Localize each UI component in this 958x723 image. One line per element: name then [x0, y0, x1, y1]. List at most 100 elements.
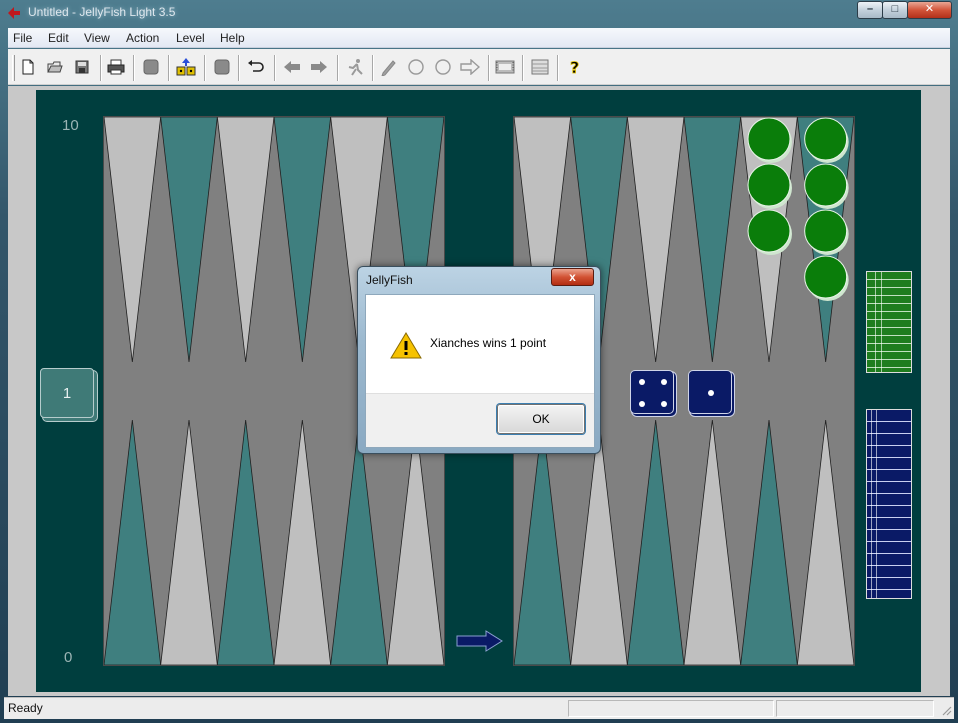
- dialog-close-button[interactable]: x: [551, 268, 594, 286]
- die-pip: [661, 401, 667, 407]
- board-point-bottom[interactable]: [514, 419, 572, 665]
- board-point-top[interactable]: [160, 117, 218, 363]
- toolbar-separator: [238, 55, 240, 81]
- menu-edit[interactable]: Edit: [48, 31, 69, 45]
- tray-stripe: [871, 410, 872, 598]
- green-checker[interactable]: [804, 117, 848, 161]
- board-point-top[interactable]: [683, 117, 742, 363]
- menu-file[interactable]: File: [13, 31, 32, 45]
- status-text: Ready: [8, 701, 43, 715]
- size-grip-icon[interactable]: [940, 704, 952, 716]
- pip-count-top: 10: [62, 117, 79, 134]
- jellyfish-app-icon[interactable]: [6, 5, 22, 21]
- board-point-bottom[interactable]: [273, 419, 332, 665]
- board-point-bottom[interactable]: [683, 419, 742, 665]
- tray-stripe: [881, 272, 882, 372]
- die-pip: [708, 390, 714, 396]
- green-checker[interactable]: [747, 117, 791, 161]
- board-point-top[interactable]: [626, 117, 685, 363]
- die-one[interactable]: [688, 370, 732, 414]
- die-pip: [639, 379, 645, 385]
- board-point-bottom[interactable]: [216, 419, 275, 665]
- warning-icon: [390, 332, 422, 359]
- toolbar-separator: [133, 55, 135, 81]
- blue-checker-tray[interactable]: [866, 409, 912, 599]
- help-icon[interactable]: ?: [565, 57, 585, 77]
- grid-icon[interactable]: [530, 57, 550, 77]
- svg-text:?: ?: [570, 58, 579, 76]
- board-point-bottom[interactable]: [386, 419, 444, 665]
- die-pip: [661, 379, 667, 385]
- board-point-top[interactable]: [273, 117, 332, 363]
- toolbar-separator: [274, 55, 276, 81]
- print-icon[interactable]: [106, 57, 126, 77]
- green-checker-tray[interactable]: [866, 271, 912, 373]
- toolbar-separator: [372, 55, 374, 81]
- green-checker[interactable]: [747, 209, 791, 253]
- window-title: Untitled - JellyFish Light 3.5: [28, 5, 176, 19]
- die-four[interactable]: [630, 370, 674, 414]
- open-icon[interactable]: [45, 57, 65, 77]
- green-checker[interactable]: [804, 163, 848, 207]
- message-dialog: JellyFish x Xianches wins 1 point OK: [357, 266, 601, 454]
- toolbar-separator: [204, 55, 206, 81]
- board-point-bottom[interactable]: [740, 419, 798, 665]
- status-pane: [568, 700, 774, 717]
- status-pane: [776, 700, 934, 717]
- board-point-bottom[interactable]: [796, 419, 854, 665]
- pencil-icon[interactable]: [379, 57, 399, 77]
- board-point-top[interactable]: [104, 117, 162, 363]
- status-bar: Ready: [4, 697, 954, 719]
- stop-icon[interactable]: [141, 57, 161, 77]
- green-checker[interactable]: [804, 255, 848, 299]
- maximize-button[interactable]: □: [882, 1, 908, 19]
- toolbar-separator: [522, 55, 524, 81]
- ok-button[interactable]: OK: [497, 404, 585, 434]
- board-point-bottom[interactable]: [160, 419, 218, 665]
- tray-stripe: [875, 272, 876, 372]
- toolbar-grip[interactable]: [12, 55, 15, 81]
- toolbar-separator: [488, 55, 490, 81]
- back-arrow-icon[interactable]: [282, 57, 302, 77]
- board-point-bottom[interactable]: [330, 419, 388, 665]
- doubling-cube-value: 1: [62, 384, 72, 402]
- green-checker[interactable]: [747, 163, 791, 207]
- board-point-top[interactable]: [216, 117, 275, 363]
- menu-bar: File Edit View Action Level Help: [8, 28, 950, 48]
- title-bar[interactable]: Untitled - JellyFish Light 3.5 – □ ✕: [0, 0, 958, 26]
- menu-action[interactable]: Action: [126, 31, 159, 45]
- forward-arrow-icon[interactable]: [309, 57, 329, 77]
- save-icon[interactable]: [72, 57, 92, 77]
- toolbar: ?: [8, 49, 950, 85]
- board-point-bottom[interactable]: [626, 419, 685, 665]
- toolbar-separator: [168, 55, 170, 81]
- doubling-cube[interactable]: 1: [40, 368, 94, 418]
- close-button[interactable]: ✕: [907, 1, 952, 19]
- film-icon[interactable]: [495, 57, 515, 77]
- green-checker[interactable]: [804, 209, 848, 253]
- minimize-button[interactable]: –: [857, 1, 883, 19]
- toolbar-separator: [557, 55, 559, 81]
- undo-icon[interactable]: [246, 57, 266, 77]
- turn-arrow-icon: [456, 630, 503, 652]
- runner-icon[interactable]: [345, 57, 365, 77]
- dialog-message: Xianches wins 1 point: [430, 336, 547, 350]
- right-arrow-icon[interactable]: [460, 57, 480, 77]
- circle-icon[interactable]: [406, 57, 426, 77]
- new-icon[interactable]: [18, 57, 38, 77]
- menu-view[interactable]: View: [84, 31, 110, 45]
- board-point-bottom[interactable]: [104, 419, 162, 665]
- menu-level[interactable]: Level: [176, 31, 205, 45]
- dialog-title: JellyFish: [366, 273, 413, 287]
- board-point-bottom[interactable]: [570, 419, 628, 665]
- dice-up-icon[interactable]: [176, 57, 196, 77]
- dialog-body: Xianches wins 1 point OK: [365, 294, 595, 448]
- dialog-footer: OK: [366, 393, 594, 447]
- toolbar-separator: [100, 55, 102, 81]
- toolbar-separator: [337, 55, 339, 81]
- die-pip: [639, 401, 645, 407]
- circle-icon[interactable]: [433, 57, 453, 77]
- tray-stripe: [876, 410, 877, 598]
- menu-help[interactable]: Help: [220, 31, 245, 45]
- stop-icon[interactable]: [212, 57, 232, 77]
